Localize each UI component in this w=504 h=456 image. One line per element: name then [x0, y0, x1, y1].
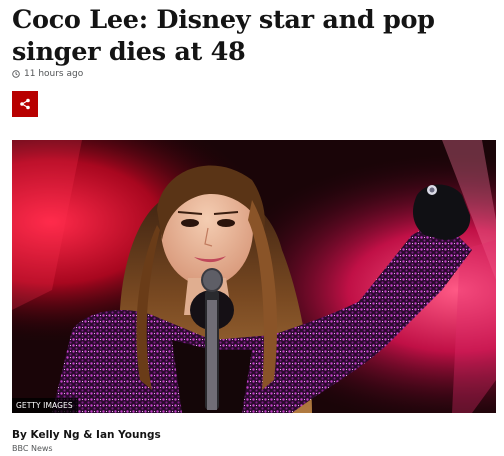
singer-photo — [12, 140, 496, 413]
share-button[interactable] — [12, 91, 38, 117]
clock-icon — [12, 70, 20, 78]
image-credit: GETTY IMAGES — [12, 398, 78, 413]
article-headline: Coco Lee: Disney star and pop singer die… — [12, 5, 435, 67]
share-icon — [20, 98, 30, 110]
timestamp-text: 11 hours ago — [24, 69, 84, 79]
article-organization: BBC News — [12, 444, 53, 453]
article-page: Coco Lee: Disney star and pop singer die… — [0, 0, 504, 456]
article-timestamp: 11 hours ago — [12, 69, 83, 79]
article-byline: By Kelly Ng & Ian Youngs — [12, 429, 161, 441]
article-hero-image: GETTY IMAGES — [12, 140, 496, 413]
